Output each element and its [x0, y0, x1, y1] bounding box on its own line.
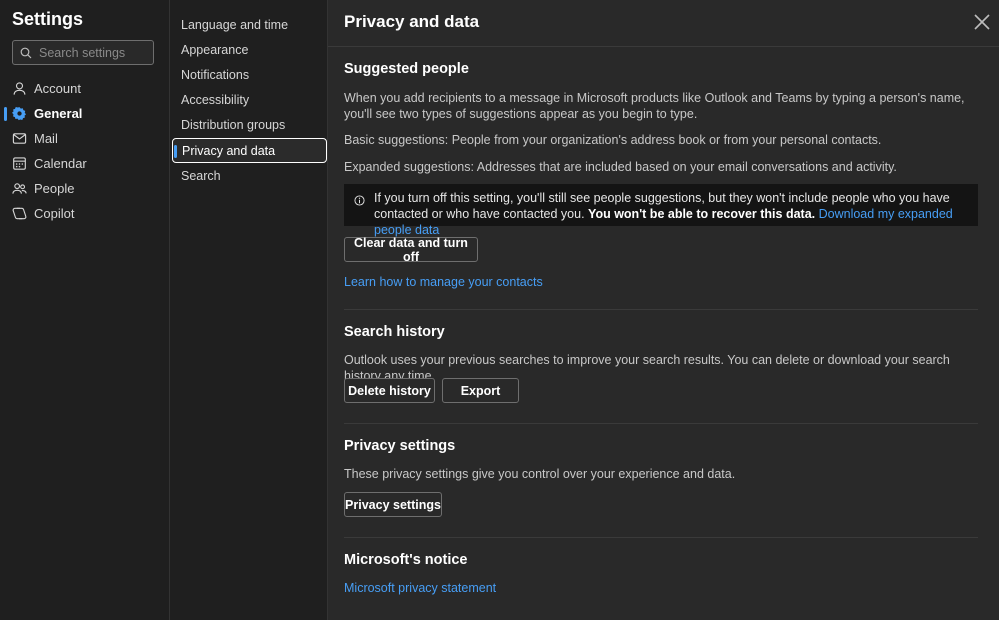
section-divider [344, 309, 978, 310]
microsoft-notice-heading: Microsoft's notice [344, 552, 468, 568]
suggested-people-description: When you add recipients to a message in … [344, 91, 965, 121]
microsoft-privacy-statement-link[interactable]: Microsoft privacy statement [344, 580, 496, 596]
learn-manage-contacts-link[interactable]: Learn how to manage your contacts [344, 274, 543, 290]
people-icon [12, 183, 27, 194]
expanded-suggestions-text: Expanded suggestions: Addresses that are… [344, 160, 897, 174]
nav-item-label: People [34, 181, 75, 196]
close-icon[interactable] [973, 13, 991, 31]
nav-item-general[interactable]: General [0, 101, 169, 126]
nav-item-people[interactable]: People [0, 176, 169, 201]
nav-item-account[interactable]: Account [0, 76, 169, 101]
search-icon [20, 47, 32, 58]
general-subnav: Language and time Appearance Notificatio… [170, 0, 328, 620]
search-settings-input[interactable] [39, 45, 149, 60]
search-settings-box[interactable] [12, 40, 154, 65]
suggested-people-heading: Suggested people [344, 61, 469, 77]
privacy-settings-description: These privacy settings give you control … [344, 467, 736, 481]
nav-item-calendar[interactable]: Calendar [0, 151, 169, 176]
info-icon [354, 195, 365, 206]
delete-history-button[interactable]: Delete history [344, 378, 435, 403]
nav-item-copilot[interactable]: Copilot [0, 201, 169, 226]
settings-nav: Account General Mail Calendar People Cop… [0, 76, 169, 226]
nav-item-label: Copilot [34, 206, 75, 221]
section-divider [344, 537, 978, 538]
info-banner-text: If you turn off this setting, you'll sti… [374, 190, 978, 237]
copilot-icon [12, 207, 27, 220]
nav-item-mail[interactable]: Mail [0, 126, 169, 151]
info-banner-warning: You won't be able to recover this data. [588, 207, 816, 221]
subnav-notifications[interactable]: Notifications [170, 62, 328, 87]
gear-icon [12, 107, 27, 121]
settings-title: Settings [12, 9, 84, 29]
privacy-settings-button[interactable]: Privacy settings [344, 492, 442, 517]
person-icon [13, 82, 26, 95]
nav-item-label: Account [34, 81, 81, 96]
settings-sidebar: Settings Account General Mail Calendar P… [0, 0, 170, 620]
subnav-list: Language and time Appearance Notificatio… [170, 12, 328, 188]
search-history-heading: Search history [344, 324, 445, 340]
nav-item-label: Mail [34, 131, 58, 146]
export-button[interactable]: Export [442, 378, 519, 403]
panel-header: Privacy and data [328, 0, 999, 47]
nav-item-label: General [34, 106, 83, 121]
info-banner: If you turn off this setting, you'll sti… [344, 184, 978, 237]
subnav-privacy-and-data[interactable]: Privacy and data [172, 137, 327, 164]
nav-item-label: Calendar [34, 156, 87, 171]
subnav-distribution-groups[interactable]: Distribution groups [170, 113, 328, 138]
section-divider [344, 423, 978, 424]
subnav-appearance[interactable]: Appearance [170, 37, 328, 62]
basic-suggestions-text: Basic suggestions: People from your orga… [344, 133, 882, 147]
privacy-panel: Privacy and data Suggested people When y… [328, 0, 999, 620]
page-title: Privacy and data [344, 12, 480, 31]
search-history-description: Outlook uses your previous searches to i… [344, 353, 950, 383]
privacy-settings-heading: Privacy settings [344, 438, 456, 454]
subnav-accessibility[interactable]: Accessibility [170, 88, 328, 113]
clear-data-button[interactable]: Clear data and turn off [344, 236, 478, 264]
subnav-search[interactable]: Search [170, 163, 328, 188]
mail-icon [12, 133, 27, 144]
subnav-language-and-time[interactable]: Language and time [170, 12, 328, 37]
calendar-icon [13, 157, 26, 170]
